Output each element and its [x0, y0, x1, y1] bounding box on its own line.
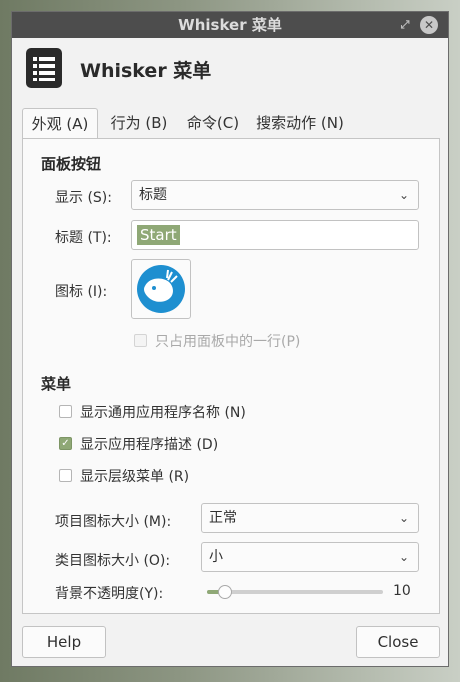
opacity-slider[interactable]	[207, 585, 383, 599]
tab-appearance[interactable]: 外观 (A)	[22, 108, 98, 138]
icon-picker-button[interactable]	[131, 259, 191, 319]
show-hierarchy-label: 显示层级菜单 (R)	[80, 469, 190, 485]
maximize-icon[interactable]: ⤢	[396, 16, 414, 34]
chevron-down-icon: ⌄	[398, 188, 409, 202]
panel-button-section-title: 面板按钮	[41, 155, 102, 173]
tab-search-actions[interactable]: 搜索动作 (N)	[250, 108, 350, 138]
tab-behavior[interactable]: 行为 (B)	[102, 108, 176, 138]
display-label: 显示 (S):	[55, 190, 112, 206]
title-label: 标题 (T):	[55, 230, 112, 246]
show-hierarchy-checkbox[interactable]	[59, 469, 72, 482]
category-icon-size-value: 小	[209, 549, 223, 565]
single-row-checkbox[interactable]	[134, 334, 147, 347]
appearance-panel: 面板按钮 显示 (S): 标题 ⌄ 标题 (T): Start 图标 (I): …	[22, 138, 440, 614]
display-combo-value: 标题	[139, 187, 167, 203]
item-icon-size-combo[interactable]: 正常 ⌄	[201, 503, 419, 533]
chevron-down-icon: ⌄	[398, 550, 409, 564]
list-menu-icon-glyph	[33, 57, 55, 81]
title-entry[interactable]: Start	[131, 220, 419, 250]
show-generic-names-checkbox[interactable]	[59, 405, 72, 418]
item-icon-size-value: 正常	[209, 510, 237, 526]
xfce-mouse-icon	[137, 265, 185, 313]
opacity-value: 10	[393, 583, 411, 599]
title-entry-value: Start	[137, 225, 180, 245]
menu-section-title: 菜单	[41, 375, 72, 393]
opacity-slider-handle[interactable]	[218, 585, 232, 599]
tab-bar: 外观 (A) 行为 (B) 命令(C) 搜索动作 (N)	[22, 108, 440, 138]
whisker-settings-window: Whisker 菜单 ⤢ ✕ Whisker 菜单 外观 (A) 行为 (B) …	[11, 11, 449, 667]
opacity-label: 背景不透明度(Y):	[55, 586, 164, 602]
window-title: Whisker 菜单	[178, 16, 282, 34]
show-descriptions-label: 显示应用程序描述 (D)	[80, 437, 219, 453]
window-titlebar[interactable]: Whisker 菜单 ⤢ ✕	[12, 12, 448, 38]
single-row-label: 只占用面板中的一行(P)	[155, 334, 301, 350]
category-icon-size-combo[interactable]: 小 ⌄	[201, 542, 419, 572]
close-button[interactable]: Close	[356, 626, 440, 658]
help-button[interactable]: Help	[22, 626, 106, 658]
chevron-down-icon: ⌄	[398, 511, 409, 525]
category-icon-size-label: 类目图标大小 (O):	[55, 553, 171, 569]
display-combo[interactable]: 标题 ⌄	[131, 180, 419, 210]
dialog-title: Whisker 菜单	[80, 60, 212, 82]
show-generic-names-label: 显示通用应用程序名称 (N)	[80, 405, 246, 421]
item-icon-size-label: 项目图标大小 (M):	[55, 514, 172, 530]
list-menu-icon	[26, 48, 62, 88]
dialog-header: Whisker 菜单	[12, 38, 448, 108]
tab-commands[interactable]: 命令(C)	[180, 108, 246, 138]
close-icon[interactable]: ✕	[420, 16, 438, 34]
icon-label: 图标 (I):	[55, 284, 108, 300]
show-descriptions-checkbox[interactable]: ✓	[59, 437, 72, 450]
